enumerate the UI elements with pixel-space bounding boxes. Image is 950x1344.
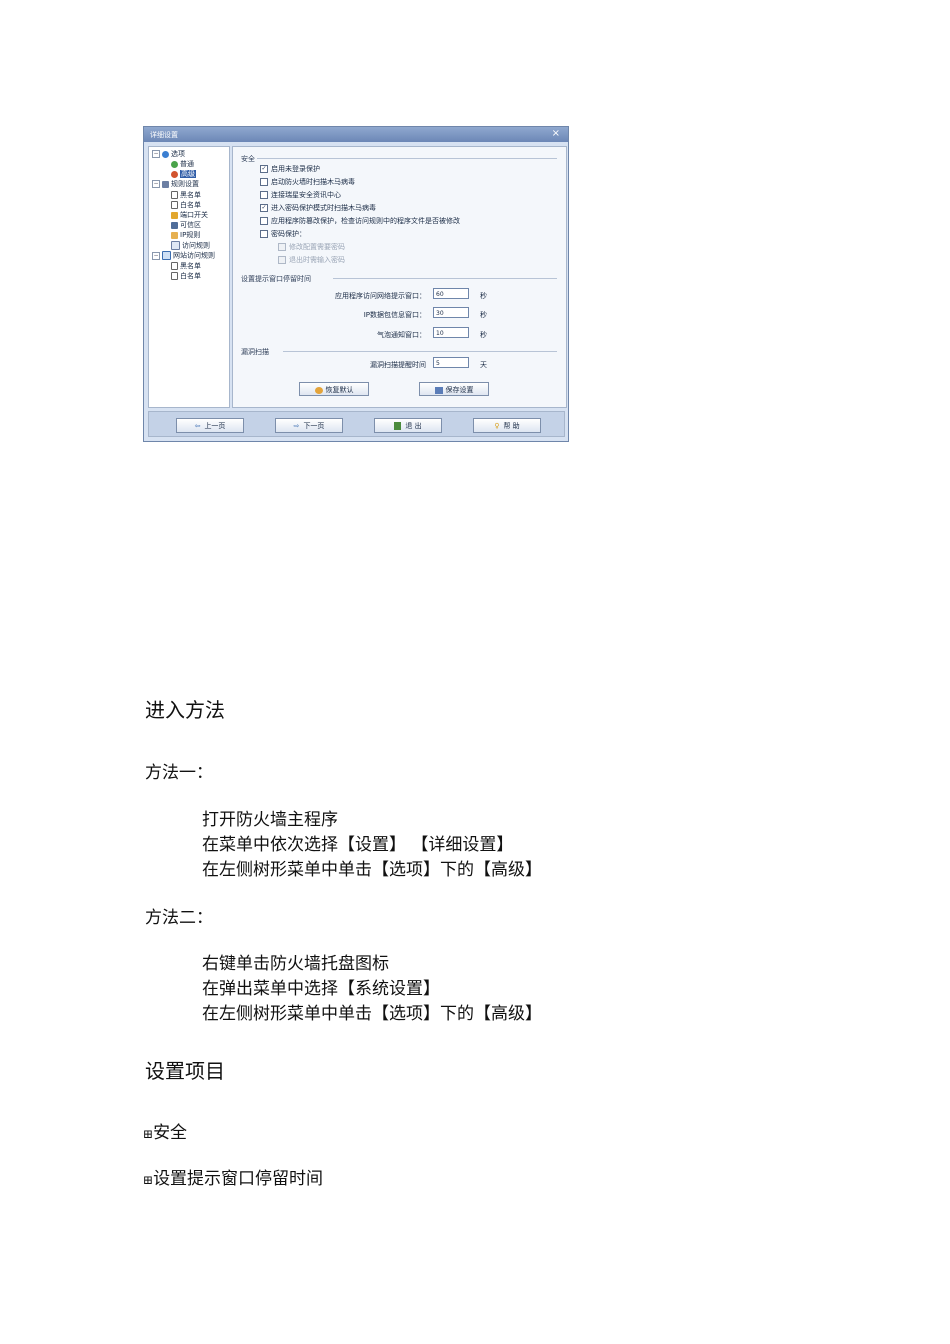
section-title-security: 安全 <box>241 155 255 163</box>
restore-icon <box>314 386 323 394</box>
method-one-step: 打开防火墙主程序 <box>202 810 338 830</box>
checkbox-box[interactable] <box>260 178 268 186</box>
rules-icon <box>162 180 169 188</box>
tree-node-options[interactable]: − 选项 <box>152 150 185 159</box>
checkbox-opt2[interactable]: 启动防火墙时扫描木马病毒 <box>260 178 355 187</box>
ip-rules-icon <box>171 231 178 239</box>
tree-node-ip-rules[interactable]: IP规则 <box>171 231 200 240</box>
ip-popup-label: IP数据包信息窗口： <box>363 311 426 319</box>
method-two-title: 方法二： <box>145 908 213 928</box>
checkbox-box[interactable]: ✓ <box>260 204 268 212</box>
heading-setting-items: 设置项目 <box>145 1059 225 1083</box>
ip-popup-input[interactable]: 30 <box>433 307 469 318</box>
settings-tree: − 选项 普通 高级 − 规则设置 黑名单 白名单 端口开关 可信区 IP规则 访问… <box>148 146 230 408</box>
bubble-popup-input[interactable]: 10 <box>433 327 469 338</box>
window-title: 详细设置 <box>150 131 178 139</box>
access-rules-icon <box>171 241 180 250</box>
port-icon <box>171 211 178 219</box>
tree-node-web-rules[interactable]: − 网站访问规则 <box>152 251 215 260</box>
checkbox-opt5[interactable]: 应用程序防篡改保护，检查访问规则中的程序文件是否被修改 <box>260 217 460 226</box>
method-one-title: 方法一： <box>145 763 213 783</box>
collapse-icon[interactable]: − <box>152 251 160 260</box>
expand-icon[interactable]: ⊞ <box>143 1127 153 1141</box>
tree-node-general[interactable]: 普通 <box>171 160 194 169</box>
method-two-step: 右键单击防火墙托盘图标 <box>202 954 389 974</box>
tree-node-trusted-zone[interactable]: 可信区 <box>171 221 201 230</box>
help-button[interactable]: ♀ 帮 助 <box>473 418 541 433</box>
method-one-step: 在菜单中依次选择【设置】 【详细设置】 <box>202 835 514 855</box>
prev-page-button[interactable]: ⇦ 上一页 <box>176 418 244 433</box>
collapse-icon[interactable]: − <box>152 150 160 158</box>
unit-seconds: 秒 <box>480 292 487 300</box>
checkbox-box[interactable] <box>278 243 286 251</box>
save-icon <box>434 386 443 394</box>
lightbulb-icon: ♀ <box>494 422 500 430</box>
tree-node-access-rules[interactable]: 访问规则 <box>171 241 210 250</box>
right-arrow-icon: ⇨ <box>293 422 300 430</box>
checkbox-opt1[interactable]: ✓ 启用未登录保护 <box>260 165 320 174</box>
expandable-item-security[interactable]: ⊞安全 <box>143 1118 187 1143</box>
method-two-step: 在弹出菜单中选择【系统设置】 <box>202 979 440 999</box>
tree-node-blacklist[interactable]: 黑名单 <box>171 191 201 200</box>
document-icon <box>171 272 178 280</box>
tree-node-ports[interactable]: 端口开关 <box>171 211 208 220</box>
bubble-popup-label: 气泡通知窗口： <box>377 331 426 339</box>
method-one-step: 在左侧树形菜单中单击【选项】下的【高级】 <box>202 860 542 880</box>
detail-settings-window: 详细设置 × − 选项 普通 高级 − 规则设置 黑名单 白名单 端口开关 可信区 … <box>143 126 569 442</box>
tree-node-advanced[interactable]: 高级 <box>171 170 196 179</box>
options-icon <box>162 150 169 158</box>
checkbox-box[interactable]: ✓ <box>260 165 268 173</box>
divider <box>283 351 557 352</box>
left-arrow-icon: ⇦ <box>194 422 201 430</box>
checkbox-opt4[interactable]: ✓ 进入密码保护模式时扫描木马病毒 <box>260 204 376 213</box>
save-settings-button[interactable]: 保存设置 <box>419 382 489 396</box>
document-icon <box>171 262 178 270</box>
unit-days: 天 <box>480 361 487 369</box>
tree-node-web-whitelist[interactable]: 白名单 <box>171 272 201 281</box>
method-two-step: 在左侧树形菜单中单击【选项】下的【高级】 <box>202 1004 542 1024</box>
checkbox-box[interactable] <box>260 191 268 199</box>
divider <box>257 158 557 159</box>
checkbox-opt3[interactable]: 连接瑞星安全资讯中心 <box>260 191 341 200</box>
settings-panel: 安全 ✓ 启用未登录保护 启动防火墙时扫描木马病毒 连接瑞星安全资讯中心 ✓ 进入密… <box>232 146 567 408</box>
checkbox-sub2[interactable]: 退出时需输入密码 <box>278 256 345 265</box>
expandable-item-popup-time[interactable]: ⊞设置提示窗口停留时间 <box>143 1164 323 1189</box>
expand-icon[interactable]: ⊞ <box>143 1173 153 1187</box>
checkbox-sub1[interactable]: 修改配置需要密码 <box>278 243 345 252</box>
divider <box>333 278 557 279</box>
trusted-zone-icon <box>171 221 178 229</box>
window-titlebar[interactable]: 详细设置 × <box>144 127 568 142</box>
close-icon[interactable]: × <box>552 128 560 139</box>
heading-entry-methods: 进入方法 <box>145 698 225 722</box>
restore-default-button[interactable]: 恢复默认 <box>299 382 369 396</box>
section-title-scan: 漏洞扫描 <box>241 348 269 356</box>
app-popup-input[interactable]: 60 <box>433 288 469 299</box>
scan-label: 漏洞扫描提醒时间 <box>370 361 426 369</box>
checkbox-box[interactable] <box>260 230 268 238</box>
section-title-popup: 设置提示窗口停留时间 <box>241 275 311 283</box>
next-page-button[interactable]: ⇨ 下一页 <box>275 418 343 433</box>
exit-button[interactable]: 退 出 <box>374 418 442 433</box>
scan-input[interactable]: 5 <box>433 357 469 368</box>
unit-seconds: 秒 <box>480 311 487 319</box>
advanced-icon <box>171 170 178 178</box>
app-popup-label: 应用程序访问网络提示窗口： <box>335 292 426 300</box>
checkbox-box[interactable] <box>260 217 268 225</box>
navigation-bar: ⇦ 上一页 ⇨ 下一页 退 出 ♀ 帮 助 <box>148 411 565 437</box>
document-icon <box>171 191 178 199</box>
unit-seconds: 秒 <box>480 331 487 339</box>
checkbox-box[interactable] <box>278 256 286 264</box>
tree-node-web-blacklist[interactable]: 黑名单 <box>171 262 201 271</box>
document-icon <box>171 201 178 209</box>
tree-node-rules[interactable]: − 规则设置 <box>152 180 199 189</box>
checkbox-opt6[interactable]: 密码保护： <box>260 230 306 239</box>
web-rules-icon <box>162 251 171 260</box>
tree-node-whitelist[interactable]: 白名单 <box>171 201 201 210</box>
collapse-icon[interactable]: − <box>152 180 160 188</box>
exit-icon <box>394 422 402 430</box>
general-icon <box>171 160 178 168</box>
